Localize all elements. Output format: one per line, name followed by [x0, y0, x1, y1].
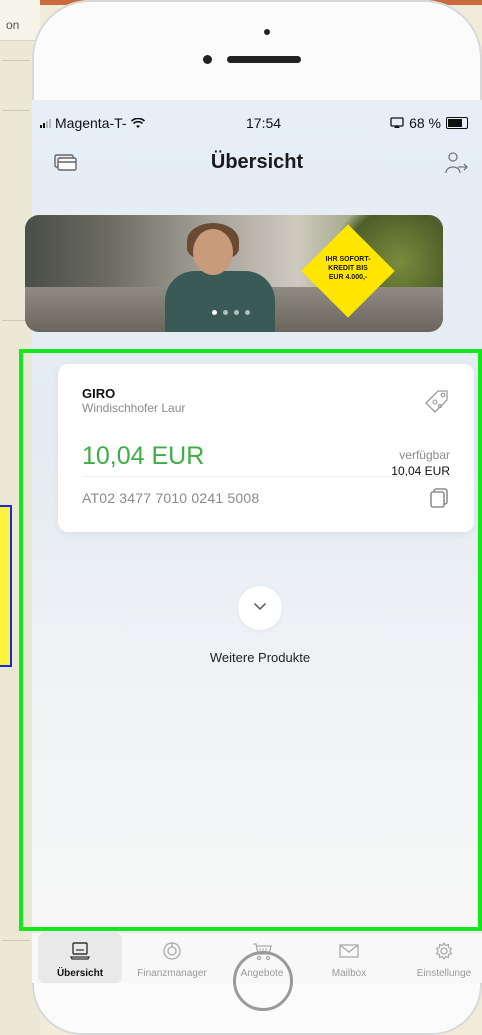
- front-camera: [203, 55, 212, 64]
- promo-badge-text: IHR SOFORT- KREDIT BIS EUR 4.000,-: [309, 255, 387, 282]
- background-divider: [2, 940, 30, 941]
- price-tag-icon[interactable]: [422, 386, 452, 416]
- carrier-name: Magenta-T-: [55, 115, 127, 131]
- banner-pagination[interactable]: [212, 310, 250, 315]
- background-divider: [2, 60, 30, 61]
- promo-badge-line: EUR 4.000,-: [328, 274, 368, 281]
- battery-percent: 68 %: [409, 115, 441, 131]
- background-tab-text: on: [6, 18, 20, 32]
- signal-icon: [40, 118, 51, 128]
- card-divider: [82, 476, 450, 477]
- laptop-icon: [69, 942, 91, 960]
- banner-person-face: [193, 229, 233, 275]
- screen-mirroring-icon: [390, 117, 404, 128]
- tab-mailbox[interactable]: Mailbox: [314, 933, 384, 983]
- status-right: 68 %: [390, 115, 468, 131]
- account-balance: 10,04 EUR: [82, 442, 205, 470]
- earpiece-speaker: [227, 56, 301, 63]
- available-label: verfügbar: [399, 448, 450, 462]
- carrier-info: Magenta-T-: [40, 115, 145, 131]
- pagination-dot[interactable]: [234, 310, 239, 315]
- pagination-dot[interactable]: [212, 310, 217, 315]
- account-type: GIRO: [82, 386, 116, 401]
- status-bar: Magenta-T- 17:54 68 %: [32, 112, 482, 132]
- background-selection-box: [0, 505, 12, 667]
- app-header: Übersicht: [32, 145, 482, 185]
- account-iban: AT02 3477 7010 0241 5008: [82, 490, 260, 506]
- logout-icon[interactable]: [442, 151, 470, 175]
- envelope-icon: [339, 944, 359, 958]
- home-button[interactable]: [233, 951, 293, 1011]
- tab-label: Übersicht: [56, 968, 104, 979]
- tab-uebersicht[interactable]: Übersicht: [38, 933, 122, 983]
- more-products-label: Weitere Produkte: [209, 650, 311, 665]
- tab-finanzmanager[interactable]: Finanzmanager: [126, 933, 218, 983]
- pagination-dot[interactable]: [245, 310, 250, 315]
- page-title: Übersicht: [210, 151, 304, 173]
- more-products-button[interactable]: [238, 586, 282, 630]
- account-holder: Windischhofer Laur: [82, 401, 186, 415]
- banner-person: [165, 271, 275, 332]
- background-tab: on: [0, 0, 40, 41]
- account-card[interactable]: GIRO Windischhofer Laur 10,04 EUR verfüg…: [58, 364, 474, 532]
- chart-ring-icon: [163, 942, 181, 960]
- tab-label: Mailbox: [331, 968, 367, 979]
- promo-badge-line: IHR SOFORT-: [325, 256, 371, 263]
- battery-icon: [446, 117, 468, 129]
- status-time: 17:54: [246, 115, 282, 131]
- gear-icon: [435, 941, 453, 961]
- proximity-sensor: [264, 29, 270, 35]
- pagination-dot[interactable]: [223, 310, 228, 315]
- background-divider: [2, 110, 30, 111]
- tab-label: Einstellunge: [416, 968, 472, 979]
- tab-label: Finanzmanager: [137, 968, 207, 979]
- copy-icon[interactable]: [430, 488, 448, 508]
- promo-badge-line: KREDIT BIS: [328, 265, 368, 272]
- chevron-down-icon: [254, 603, 266, 611]
- wifi-icon: [130, 117, 145, 128]
- tab-einstellungen[interactable]: Einstellunge: [406, 933, 482, 983]
